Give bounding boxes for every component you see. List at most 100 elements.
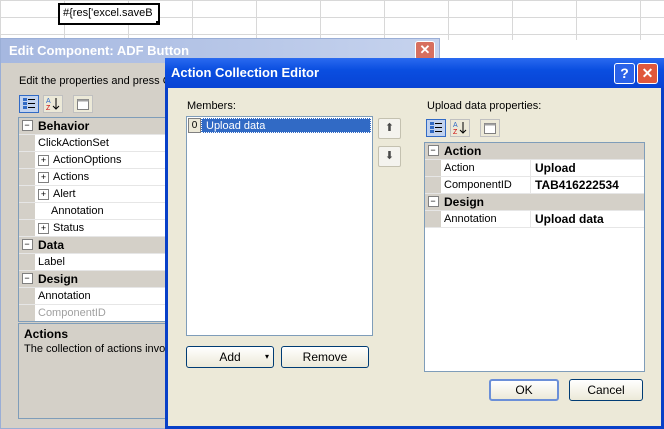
row-gutter: − [425,194,441,210]
edit-component-property-grid[interactable]: − Behavior ClickActionSet + ActionOptions + Ac… [18,117,168,322]
property-row[interactable]: Annotation [19,288,167,305]
row-gutter [19,135,35,151]
editor-toolbar: A Z [426,117,500,139]
property-row[interactable]: ComponentID [19,305,167,321]
edit-component-description: Edit the properties and press O [19,75,172,87]
property-value[interactable]: Upload [531,160,644,176]
members-list[interactable]: 0 Upload data [186,116,373,336]
property-row[interactable]: ClickActionSet [19,135,167,152]
fill-handle[interactable] [155,20,158,23]
row-gutter [19,169,35,185]
add-button[interactable]: Add ▾ [186,346,274,368]
property-pages-button[interactable] [73,95,93,113]
expand-icon[interactable]: + [38,154,49,166]
spreadsheet-grid: #{res['excel.saveB [0,0,664,40]
help-title: Actions [24,327,69,341]
row-gutter [19,152,35,168]
members-label: Members: [187,100,236,112]
collapse-icon[interactable]: − [21,238,33,250]
property-row[interactable]: + Status [19,220,167,237]
property-row[interactable]: + Actions [19,169,167,186]
expand-icon[interactable]: + [38,188,49,200]
action-collection-editor-dialog: Action Collection Editor ? ✕ Members: 0 … [165,58,664,429]
help-button[interactable]: ? [614,63,635,84]
property-row[interactable]: Action Upload [425,160,644,177]
expand-icon[interactable]: + [38,171,49,183]
property-pages-button[interactable] [480,119,500,137]
move-up-button[interactable]: ⬆ [378,118,401,139]
move-down-button[interactable]: ⬇ [378,146,401,167]
edit-component-help-pane: Actions The collection of actions invol [18,323,168,419]
help-icon: ? [620,65,629,81]
property-name: ComponentID [441,177,531,193]
arrow-down-icon: ⬇ [384,150,395,162]
property-category[interactable]: − Action [425,143,644,160]
property-label: Label [38,256,65,268]
editor-property-grid[interactable]: − Action Action Upload ComponentID TAB4162225… [424,142,645,372]
property-value[interactable]: Upload data [531,211,644,227]
collapse-icon[interactable]: − [427,144,439,156]
property-row[interactable]: + Alert [19,186,167,203]
list-item[interactable]: 0 Upload data [188,118,371,133]
alphabetical-button[interactable]: A Z [43,95,63,113]
chevron-down-icon[interactable]: ▾ [265,347,269,367]
categorized-icon [430,122,442,133]
property-pages-icon [484,122,496,134]
properties-label: Upload data properties: [427,100,542,112]
cancel-button-label: Cancel [587,383,625,397]
svg-text:Z: Z [46,105,51,111]
expand-icon[interactable]: + [38,222,49,234]
property-row[interactable]: Label [19,254,167,271]
collapse-icon[interactable]: − [21,272,33,284]
remove-button[interactable]: Remove [281,346,369,368]
row-gutter [19,203,35,219]
property-label: ComponentID [38,307,106,319]
close-icon: ✕ [419,42,431,57]
row-gutter: − [19,237,35,253]
member-index: 0 [188,118,201,133]
property-label: Annotation [38,290,91,302]
property-label: Alert [53,188,76,200]
row-gutter [425,160,441,176]
member-label: Upload data [201,118,371,133]
row-gutter [19,220,35,236]
editor-close-button[interactable]: ✕ [637,63,658,84]
close-icon: ✕ [641,65,654,81]
collapse-icon[interactable]: − [427,195,439,207]
property-category[interactable]: − Behavior [19,118,167,135]
row-gutter [19,305,35,321]
categorized-button[interactable] [426,119,446,137]
cell-formula-text: #{res['excel.saveB [63,7,153,19]
property-value[interactable]: TAB416222534 [531,177,644,193]
property-name: Annotation [441,211,531,227]
edit-component-toolbar: A Z [19,93,93,115]
row-gutter [425,211,441,227]
editor-titlebar[interactable]: Action Collection Editor ? ✕ [165,58,664,88]
property-label: Status [53,222,85,234]
svg-text:A: A [453,122,458,129]
property-row[interactable]: ComponentID TAB416222534 [425,177,644,194]
property-name: Action [441,160,531,176]
editor-title: Action Collection Editor [171,65,320,80]
collapse-icon[interactable]: − [21,119,33,131]
categorized-icon [23,98,35,109]
property-label: Data [38,238,65,252]
row-gutter [19,288,35,304]
row-gutter: − [19,118,35,134]
property-category[interactable]: − Data [19,237,167,254]
edit-component-title: Edit Component: ADF Button [9,43,190,58]
property-category[interactable]: − Design [425,194,644,211]
property-row[interactable]: Annotation [19,203,167,220]
svg-text:Z: Z [453,129,458,135]
property-row[interactable]: + ActionOptions [19,152,167,169]
ok-button[interactable]: OK [489,379,559,401]
property-row[interactable]: Annotation Upload data [425,211,644,228]
row-gutter [19,254,35,270]
alphabetical-button[interactable]: A Z [450,119,470,137]
row-gutter: − [19,271,35,287]
selected-cell[interactable]: #{res['excel.saveB [58,3,160,25]
categorized-button[interactable] [19,95,39,113]
property-category[interactable]: − Design [19,271,167,288]
arrow-up-icon: ⬆ [384,122,395,134]
cancel-button[interactable]: Cancel [569,379,643,401]
